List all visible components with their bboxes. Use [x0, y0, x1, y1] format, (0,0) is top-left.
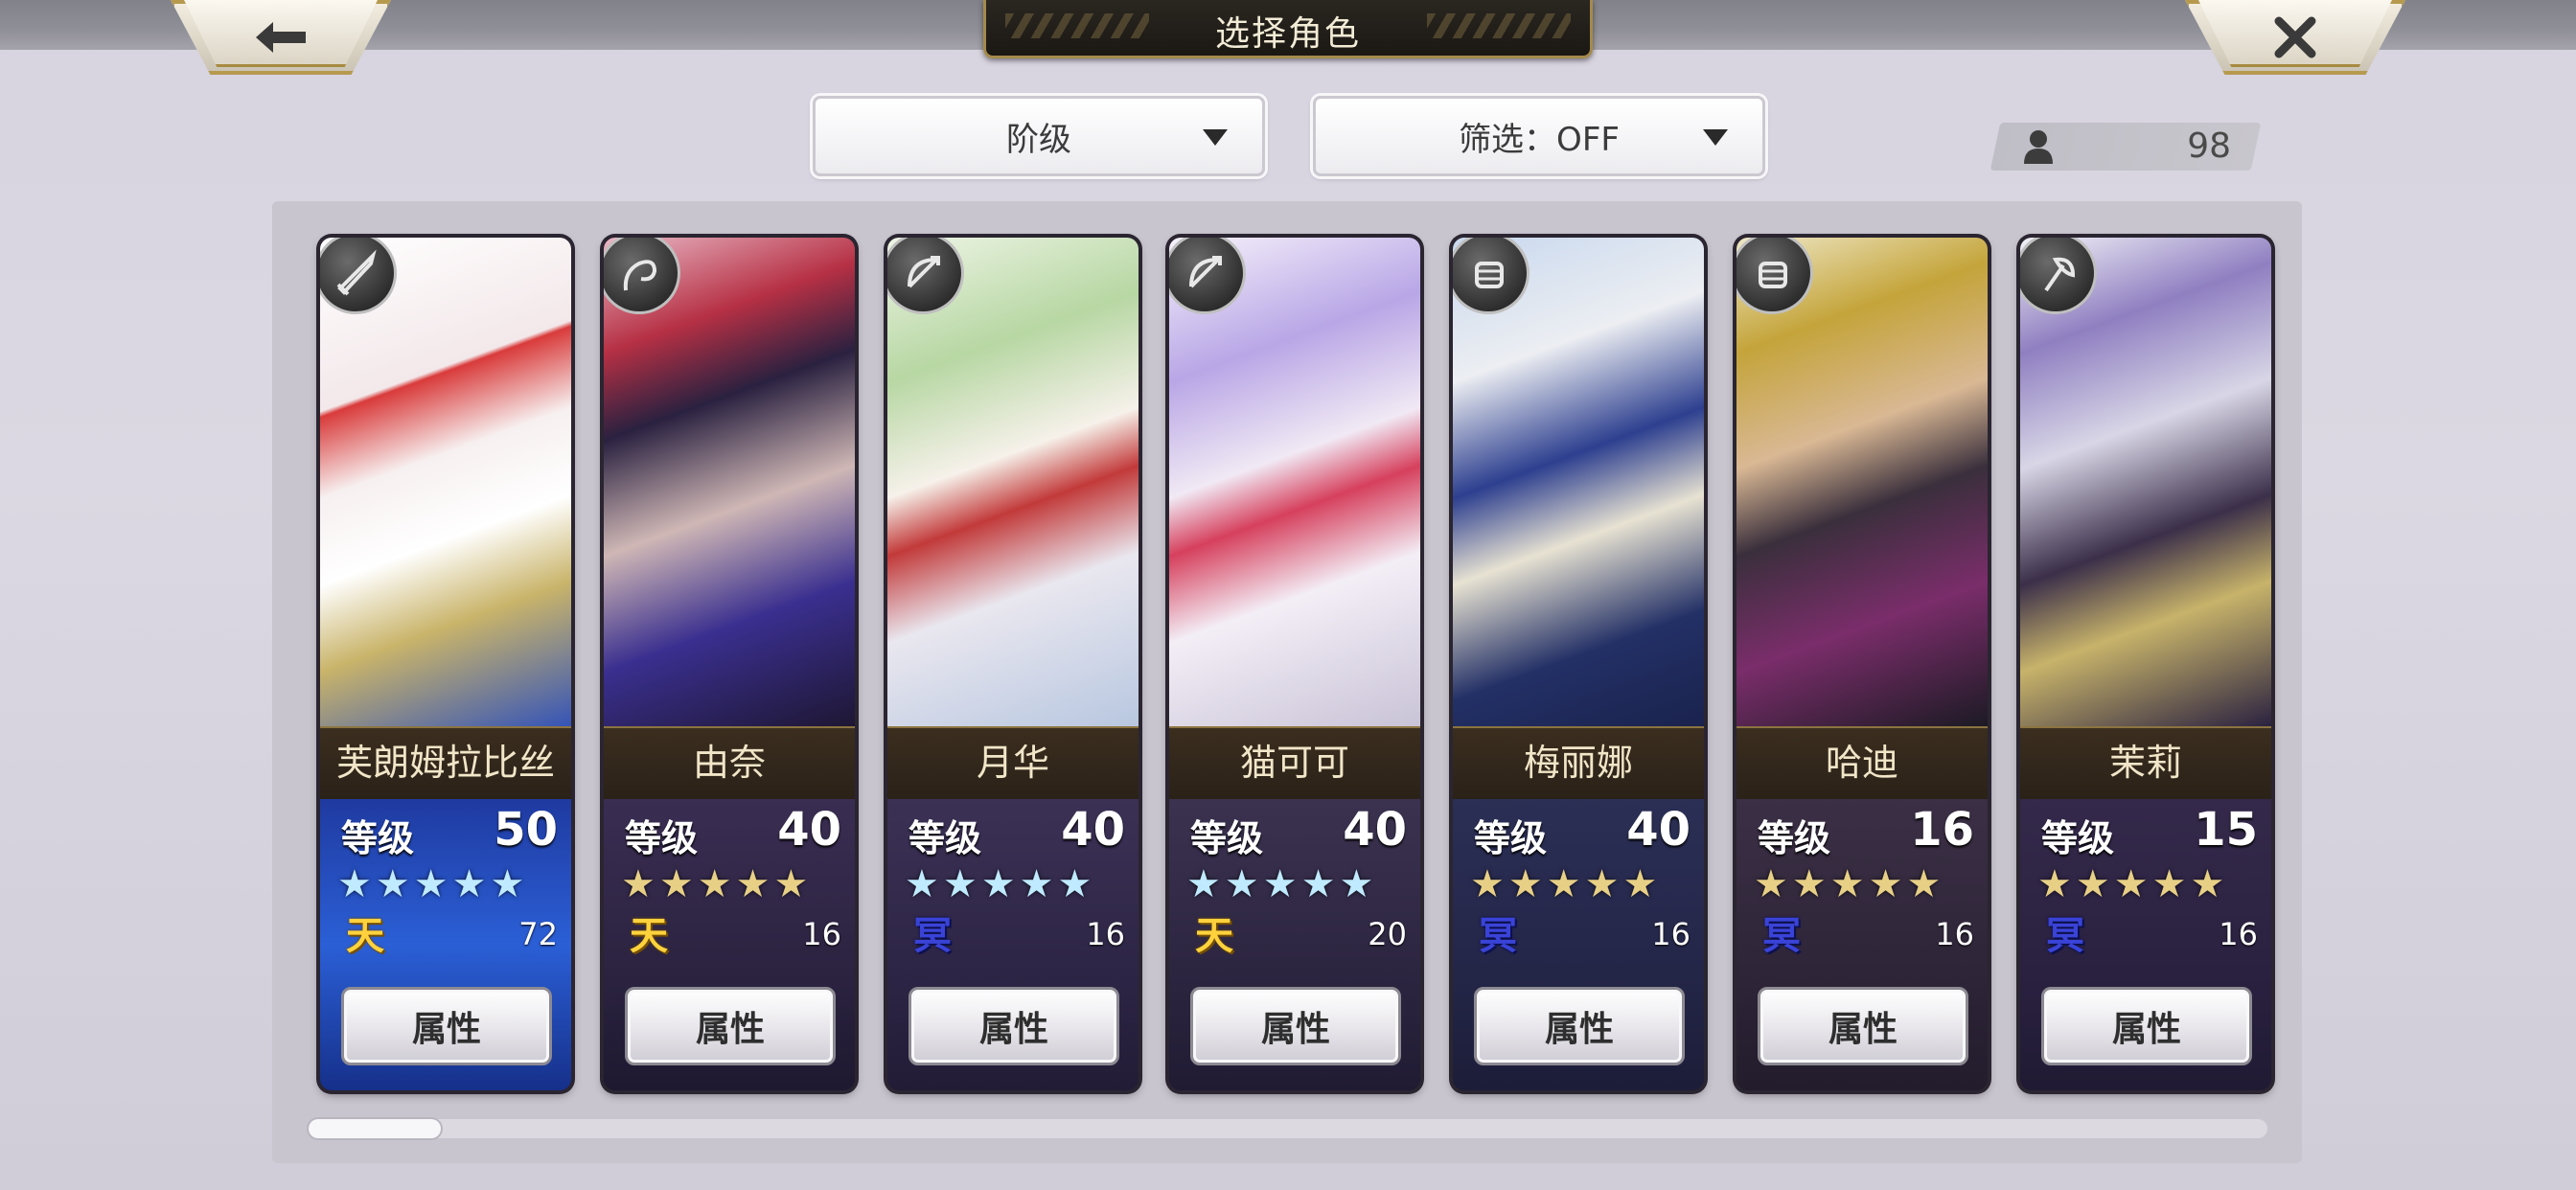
character-card[interactable]: 猫可可 等级 40 ★★★★★ 天 20 属性 — [1169, 238, 1420, 1090]
level-label: 等级 — [908, 817, 982, 859]
chevron-down-icon — [1203, 129, 1228, 146]
character-name: 茉莉 — [2020, 726, 2271, 801]
character-card[interactable]: 哈迪 等级 16 ★★★★★ 冥 16 属性 — [1736, 238, 1988, 1090]
character-card[interactable]: 月华 等级 40 ★★★★★ 冥 16 属性 — [887, 238, 1138, 1090]
person-icon — [2024, 130, 2053, 164]
level-value: 16 — [1910, 803, 1974, 857]
attribute-button[interactable]: 属性 — [1758, 987, 1968, 1065]
back-button[interactable] — [171, 0, 391, 75]
level-value: 40 — [1626, 803, 1690, 857]
character-stats: 等级 15 ★★★★★ 冥 16 属性 — [2020, 799, 2271, 1090]
character-number: 72 — [518, 916, 558, 952]
attribute-button[interactable]: 属性 — [1474, 987, 1685, 1065]
character-name: 由奈 — [604, 726, 855, 801]
back-arrow-icon — [256, 22, 306, 53]
character-stats: 等级 40 ★★★★★ 天 16 属性 — [604, 799, 855, 1090]
star-rating: ★★★★★ — [1754, 862, 1945, 906]
level-label: 等级 — [625, 817, 699, 859]
level-label: 等级 — [1758, 817, 1831, 859]
character-number: 16 — [1651, 916, 1690, 952]
attribute-button[interactable]: 属性 — [2041, 987, 2252, 1065]
attribute-button[interactable]: 属性 — [341, 987, 552, 1065]
scrollbar-track[interactable] — [309, 1119, 2267, 1138]
title-plate: 选择角色 — [983, 0, 1593, 58]
character-name: 月华 — [887, 726, 1138, 801]
element-badge: 冥 — [1479, 914, 1517, 958]
character-name: 芙朗姆拉比丝 — [320, 726, 571, 801]
star-rating: ★★★★★ — [1186, 862, 1378, 906]
level-value: 40 — [777, 803, 841, 857]
level-label: 等级 — [341, 817, 415, 859]
character-stats: 等级 40 ★★★★★ 冥 16 属性 — [887, 799, 1138, 1090]
element-badge: 天 — [630, 914, 668, 958]
element-badge: 冥 — [2046, 914, 2084, 958]
character-number: 16 — [1086, 916, 1125, 952]
character-number: 20 — [1368, 916, 1407, 952]
close-button[interactable] — [2185, 0, 2405, 75]
element-badge: 冥 — [913, 914, 952, 958]
character-stats: 等级 40 ★★★★★ 天 20 属性 — [1169, 799, 1420, 1090]
character-card[interactable]: 芙朗姆拉比丝 等级 50 ★★★★★ 天 72 属性 — [320, 238, 571, 1090]
star-rating: ★★★★★ — [621, 862, 813, 906]
star-rating: ★★★★★ — [905, 862, 1096, 906]
attribute-button[interactable]: 属性 — [625, 987, 836, 1065]
level-label: 等级 — [1474, 817, 1548, 859]
star-rating: ★★★★★ — [1470, 862, 1662, 906]
level-value: 40 — [1061, 803, 1125, 857]
character-card[interactable]: 茉莉 等级 15 ★★★★★ 冥 16 属性 — [2020, 238, 2271, 1090]
sort-dropdown[interactable]: 阶级 — [813, 96, 1265, 176]
character-number: 16 — [2219, 916, 2258, 952]
element-badge: 冥 — [1762, 914, 1801, 958]
star-rating: ★★★★★ — [337, 862, 529, 906]
level-value: 15 — [2194, 803, 2258, 857]
character-stats: 等级 16 ★★★★★ 冥 16 属性 — [1736, 799, 1988, 1090]
character-card[interactable]: 由奈 等级 40 ★★★★★ 天 16 属性 — [604, 238, 855, 1090]
sort-dropdown-label: 阶级 — [1006, 120, 1071, 159]
character-stats: 等级 50 ★★★★★ 天 72 属性 — [320, 799, 571, 1090]
filter-dropdown[interactable]: 筛选：OFF — [1313, 96, 1765, 176]
character-number: 16 — [1935, 916, 1974, 952]
element-badge: 天 — [346, 914, 384, 958]
element-badge: 天 — [1195, 914, 1233, 958]
character-card[interactable]: 梅丽娜 等级 40 ★★★★★ 冥 16 属性 — [1453, 238, 1704, 1090]
character-count: 98 — [2187, 126, 2231, 166]
filter-dropdown-label: 筛选：OFF — [1459, 120, 1620, 159]
character-name: 梅丽娜 — [1453, 726, 1704, 801]
level-label: 等级 — [2041, 817, 2115, 859]
character-name: 猫可可 — [1169, 726, 1420, 801]
scrollbar-thumb[interactable] — [309, 1119, 441, 1138]
level-value: 50 — [494, 803, 558, 857]
character-stats: 等级 40 ★★★★★ 冥 16 属性 — [1453, 799, 1704, 1090]
attribute-button[interactable]: 属性 — [1190, 987, 1401, 1065]
level-label: 等级 — [1190, 817, 1264, 859]
character-name: 哈迪 — [1736, 726, 1988, 801]
page-title: 选择角色 — [1214, 14, 1361, 54]
star-rating: ★★★★★ — [2037, 862, 2229, 906]
close-x-icon — [2274, 16, 2316, 58]
chevron-down-icon — [1703, 129, 1728, 146]
attribute-button[interactable]: 属性 — [908, 987, 1119, 1065]
character-number: 16 — [802, 916, 841, 952]
level-value: 40 — [1343, 803, 1407, 857]
